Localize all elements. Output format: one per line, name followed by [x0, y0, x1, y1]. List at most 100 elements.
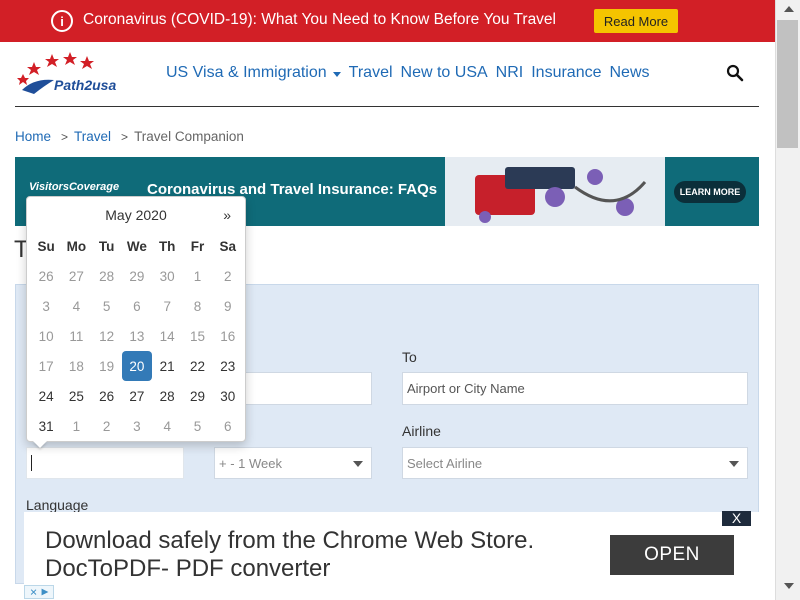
datepicker-day[interactable]: 25: [61, 381, 91, 411]
nav-travel[interactable]: Travel: [349, 64, 393, 82]
datepicker-day[interactable]: 21: [152, 351, 182, 381]
datepicker-day: 18: [68, 358, 84, 374]
datepicker-day: 9: [223, 298, 232, 314]
datepicker-day: 7: [163, 298, 171, 314]
learn-more-button[interactable]: LEARN MORE: [674, 181, 746, 203]
to-label: To: [402, 349, 417, 365]
airline-select[interactable]: Select Airline: [402, 447, 748, 479]
datepicker-header: May 2020 »: [27, 207, 245, 227]
datepicker-day: 19: [99, 358, 115, 374]
datepicker-day[interactable]: 26: [92, 381, 122, 411]
datepicker-day: 16: [220, 328, 236, 344]
chevron-down-icon: [729, 461, 739, 467]
chevron-down-icon: [353, 461, 363, 467]
datepicker-day: 6: [223, 418, 232, 434]
visitorscoverage-logo: VisitorsCoverage: [29, 181, 120, 193]
datepicker-day: 6: [133, 298, 141, 314]
datepicker-month[interactable]: May 2020: [27, 207, 245, 223]
datepicker-day: 5: [193, 418, 202, 434]
scroll-up-icon[interactable]: [784, 6, 794, 12]
date-field[interactable]: [26, 447, 184, 479]
to-placeholder: Airport or City Name: [407, 381, 525, 396]
datepicker-day-selected[interactable]: 20: [121, 351, 153, 381]
datepicker-week-row: 31 1 2 3 4 5 6: [31, 411, 243, 441]
datepicker-day: 2: [223, 268, 232, 284]
nav-news[interactable]: News: [609, 64, 649, 82]
svg-text:✕: ✕: [30, 587, 38, 598]
next-month-button[interactable]: »: [223, 207, 231, 223]
datepicker-week-row: 3 4 5 6 7 8 9: [31, 291, 243, 321]
read-more-button[interactable]: Read More: [594, 9, 678, 33]
ad-headline[interactable]: Download safely from the Chrome Web Stor…: [45, 527, 534, 555]
airline-placeholder: Select Airline: [407, 455, 483, 471]
alert-text[interactable]: Coronavirus (COVID-19): What You Need to…: [83, 11, 556, 29]
datepicker-day[interactable]: 23: [213, 351, 243, 381]
datepicker-day: 14: [159, 328, 175, 344]
datepicker-day[interactable]: 22: [182, 351, 212, 381]
weekday-label: Tu: [98, 238, 115, 254]
datepicker-day: 13: [129, 328, 145, 344]
datepicker-day[interactable]: 28: [152, 381, 182, 411]
language-label: Language: [26, 497, 89, 513]
weekday-label: Sa: [219, 238, 236, 254]
datepicker-day: 2: [102, 418, 111, 434]
datepicker-week-row: 24 25 26 27 28 29 30: [31, 381, 243, 411]
datepicker-day[interactable]: 31: [31, 411, 61, 441]
datepicker-day[interactable]: 30: [213, 381, 243, 411]
nav-nri[interactable]: NRI: [496, 64, 524, 82]
datepicker-day: 4: [72, 298, 81, 314]
nav-us-visa-label: US Visa & Immigration: [166, 64, 327, 81]
ad-close-button[interactable]: X: [722, 511, 751, 526]
datepicker-week-row: 17 18 19 20 21 22 23: [31, 351, 243, 381]
breadcrumb-home[interactable]: Home: [15, 129, 51, 144]
datepicker-week-row: 26 27 28 29 30 1 2: [31, 261, 243, 291]
datepicker-grid: Su Mo Tu We Th Fr Sa 26 27 28 29 30 1 2 3 4 5 6 7 8 9 10 11 12 1…: [31, 231, 243, 441]
nav-insurance[interactable]: Insurance: [531, 64, 601, 82]
breadcrumb-separator: >: [121, 129, 129, 144]
datepicker-day: 3: [42, 298, 50, 314]
datepicker-day[interactable]: 27: [122, 381, 152, 411]
ad-open-button[interactable]: OPEN: [610, 535, 734, 575]
datepicker-weekday-row: Su Mo Tu We Th Fr Sa: [31, 231, 243, 261]
main-nav: US Visa & Immigration Travel New to USA …: [166, 64, 658, 82]
datepicker-day: 12: [99, 328, 115, 344]
weekday-label: Fr: [190, 238, 205, 254]
info-circle-icon: i: [51, 10, 73, 32]
scrollbar-thumb[interactable]: [777, 20, 798, 148]
to-field[interactable]: Airport or City Name: [402, 372, 748, 405]
datepicker: May 2020 » Su Mo Tu We Th Fr Sa 26 27 28 29 30 1 2 3 4 5…: [26, 196, 246, 442]
weekday-label: Th: [158, 238, 176, 254]
header-divider: [15, 106, 759, 107]
text-cursor: [31, 455, 32, 471]
datepicker-day: 8: [193, 298, 202, 314]
nav-new-to-usa[interactable]: New to USA: [401, 64, 488, 82]
search-icon[interactable]: [726, 64, 744, 82]
datepicker-day: 1: [72, 418, 81, 434]
breadcrumb-travel[interactable]: Travel: [74, 129, 111, 144]
weekday-label: Su: [37, 238, 55, 254]
scroll-down-icon[interactable]: [784, 583, 794, 589]
datepicker-day: 3: [133, 418, 141, 434]
breadcrumb-separator: >: [61, 129, 69, 144]
chevron-down-icon: [332, 71, 341, 77]
ad-subline[interactable]: DocToPDF- PDF converter: [45, 555, 330, 583]
datepicker-day: 17: [38, 358, 54, 374]
nav-us-visa[interactable]: US Visa & Immigration: [166, 64, 341, 82]
datepicker-day: 30: [159, 268, 175, 284]
datepicker-day: 27: [68, 268, 84, 284]
datepicker-week-row: 10 11 12 13 14 15 16: [31, 321, 243, 351]
datepicker-day: 28: [99, 268, 115, 284]
datepicker-day: 26: [38, 268, 54, 284]
covid-alert-bar: i Coronavirus (COVID-19): What You Need …: [0, 0, 775, 42]
datepicker-pointer: [33, 441, 47, 448]
datepicker-day: 29: [129, 268, 145, 284]
breadcrumb-current: Travel Companion: [134, 129, 244, 144]
logo-text: Path2usa: [54, 77, 117, 93]
adchoices-icon[interactable]: ✕: [24, 585, 54, 599]
date-range-select[interactable]: + - 1 Week: [214, 447, 372, 479]
datepicker-day[interactable]: 24: [31, 381, 61, 411]
datepicker-day: 5: [102, 298, 111, 314]
datepicker-day: 10: [38, 328, 54, 344]
datepicker-day[interactable]: 29: [182, 381, 212, 411]
airline-label: Airline: [402, 423, 441, 439]
